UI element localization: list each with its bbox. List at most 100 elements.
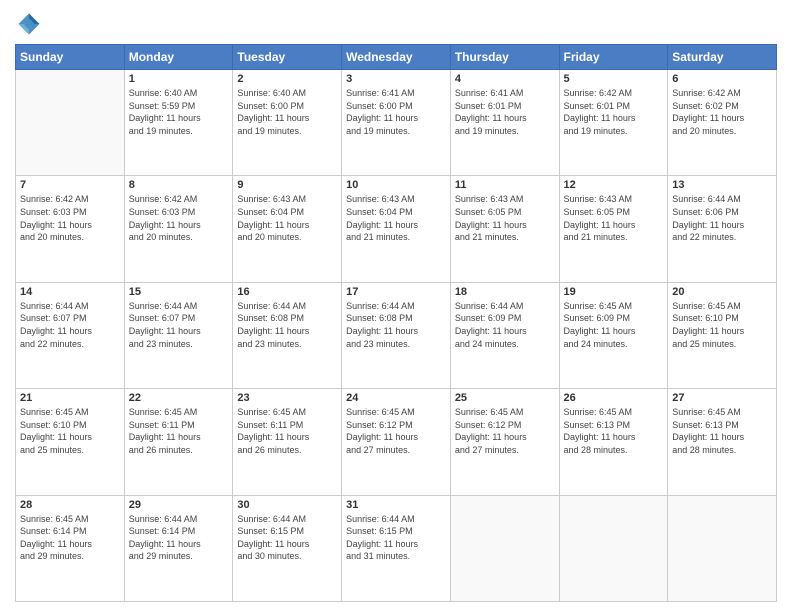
calendar-cell: 23Sunrise: 6:45 AMSunset: 6:11 PMDayligh… <box>233 389 342 495</box>
weekday-header: Thursday <box>450 45 559 70</box>
weekday-header: Sunday <box>16 45 125 70</box>
calendar-cell: 24 Sunrise: 6:45 AMSunset: 6:12 PMDayligh… <box>342 389 451 495</box>
calendar-cell: 4Sunrise: 6:41 AMSunset: 6:01 PMDaylight… <box>450 70 559 176</box>
day-number: 28 <box>20 499 120 511</box>
header <box>15 10 777 38</box>
day-info: Sunrise: 6:40 AMSunset: 5:59 PMDaylight:… <box>129 87 229 137</box>
calendar-cell: 7 Sunrise: 6:42 AMSunset: 6:03 PMDaylight… <box>16 176 125 282</box>
day-number: 22 <box>129 392 229 404</box>
day-info: Sunrise: 6:44 AMSunset: 6:09 PMDaylight:… <box>455 300 555 350</box>
calendar-week-row: 28 Sunrise: 6:45 AMSunset: 6:14 PMDayligh… <box>16 495 777 601</box>
day-info: Sunrise: 6:42 AMSunset: 6:01 PMDaylight:… <box>564 87 664 137</box>
logo <box>15 10 47 38</box>
calendar-cell: 10 Sunrise: 6:43 AMSunset: 6:04 PMDayligh… <box>342 176 451 282</box>
day-info: Sunrise: 6:42 AMSunset: 6:03 PMDaylight:… <box>20 193 120 243</box>
calendar-cell <box>450 495 559 601</box>
day-number: 21 <box>20 392 120 404</box>
day-number: 13 <box>672 179 772 191</box>
day-info: Sunrise: 6:43 AMSunset: 6:04 PMDaylight:… <box>346 193 446 243</box>
day-number: 29 <box>129 499 229 511</box>
calendar-cell: 5 Sunrise: 6:42 AMSunset: 6:01 PMDaylight… <box>559 70 668 176</box>
day-number: 30 <box>237 499 337 511</box>
calendar-week-row: 14 Sunrise: 6:44 AMSunset: 6:07 PMDayligh… <box>16 282 777 388</box>
day-info: Sunrise: 6:45 AMSunset: 6:13 PMDaylight:… <box>672 406 772 456</box>
day-info: Sunrise: 6:43 AMSunset: 6:05 PMDaylight:… <box>455 193 555 243</box>
calendar-cell: 15 Sunrise: 6:44 AMSunset: 6:07 PMDayligh… <box>124 282 233 388</box>
day-info: Sunrise: 6:44 AMSunset: 6:06 PMDaylight:… <box>672 193 772 243</box>
calendar-cell: 30Sunrise: 6:44 AMSunset: 6:15 PMDayligh… <box>233 495 342 601</box>
day-info: Sunrise: 6:44 AMSunset: 6:07 PMDaylight:… <box>129 300 229 350</box>
calendar-cell: 28 Sunrise: 6:45 AMSunset: 6:14 PMDayligh… <box>16 495 125 601</box>
weekday-header: Friday <box>559 45 668 70</box>
day-number: 11 <box>455 179 555 191</box>
calendar-cell: 12 Sunrise: 6:43 AMSunset: 6:05 PMDayligh… <box>559 176 668 282</box>
calendar-cell: 19 Sunrise: 6:45 AMSunset: 6:09 PMDayligh… <box>559 282 668 388</box>
day-number: 25 <box>455 392 555 404</box>
day-info: Sunrise: 6:42 AMSunset: 6:02 PMDaylight:… <box>672 87 772 137</box>
weekday-header: Monday <box>124 45 233 70</box>
calendar-cell: 9 Sunrise: 6:43 AMSunset: 6:04 PMDaylight… <box>233 176 342 282</box>
calendar-cell: 31Sunrise: 6:44 AMSunset: 6:15 PMDayligh… <box>342 495 451 601</box>
day-number: 15 <box>129 286 229 298</box>
day-number: 12 <box>564 179 664 191</box>
day-number: 2 <box>237 73 337 85</box>
calendar-cell: 17 Sunrise: 6:44 AMSunset: 6:08 PMDayligh… <box>342 282 451 388</box>
calendar-cell: 26Sunrise: 6:45 AMSunset: 6:13 PMDayligh… <box>559 389 668 495</box>
day-info: Sunrise: 6:40 AMSunset: 6:00 PMDaylight:… <box>237 87 337 137</box>
day-number: 1 <box>129 73 229 85</box>
calendar-cell: 11 Sunrise: 6:43 AMSunset: 6:05 PMDayligh… <box>450 176 559 282</box>
day-info: Sunrise: 6:45 AMSunset: 6:14 PMDaylight:… <box>20 513 120 563</box>
weekday-header: Tuesday <box>233 45 342 70</box>
day-number: 27 <box>672 392 772 404</box>
calendar-cell: 21 Sunrise: 6:45 AMSunset: 6:10 PMDayligh… <box>16 389 125 495</box>
page: SundayMondayTuesdayWednesdayThursdayFrid… <box>0 0 792 612</box>
day-info: Sunrise: 6:41 AMSunset: 6:00 PMDaylight:… <box>346 87 446 137</box>
day-info: Sunrise: 6:44 AMSunset: 6:08 PMDaylight:… <box>346 300 446 350</box>
calendar-cell: 1 Sunrise: 6:40 AMSunset: 5:59 PMDaylight… <box>124 70 233 176</box>
calendar-table: SundayMondayTuesdayWednesdayThursdayFrid… <box>15 44 777 602</box>
day-info: Sunrise: 6:45 AMSunset: 6:11 PMDaylight:… <box>129 406 229 456</box>
day-number: 19 <box>564 286 664 298</box>
day-number: 9 <box>237 179 337 191</box>
day-info: Sunrise: 6:42 AMSunset: 6:03 PMDaylight:… <box>129 193 229 243</box>
day-number: 16 <box>237 286 337 298</box>
calendar-cell: 18Sunrise: 6:44 AMSunset: 6:09 PMDayligh… <box>450 282 559 388</box>
day-info: Sunrise: 6:43 AMSunset: 6:04 PMDaylight:… <box>237 193 337 243</box>
day-number: 6 <box>672 73 772 85</box>
calendar-cell <box>16 70 125 176</box>
calendar-week-row: 1 Sunrise: 6:40 AMSunset: 5:59 PMDaylight… <box>16 70 777 176</box>
calendar-cell <box>668 495 777 601</box>
day-info: Sunrise: 6:45 AMSunset: 6:12 PMDaylight:… <box>346 406 446 456</box>
day-number: 7 <box>20 179 120 191</box>
day-info: Sunrise: 6:45 AMSunset: 6:09 PMDaylight:… <box>564 300 664 350</box>
calendar-header-row: SundayMondayTuesdayWednesdayThursdayFrid… <box>16 45 777 70</box>
day-info: Sunrise: 6:44 AMSunset: 6:08 PMDaylight:… <box>237 300 337 350</box>
day-number: 4 <box>455 73 555 85</box>
calendar-cell: 22 Sunrise: 6:45 AMSunset: 6:11 PMDayligh… <box>124 389 233 495</box>
day-number: 8 <box>129 179 229 191</box>
weekday-header: Saturday <box>668 45 777 70</box>
calendar-cell: 14 Sunrise: 6:44 AMSunset: 6:07 PMDayligh… <box>16 282 125 388</box>
day-number: 5 <box>564 73 664 85</box>
calendar-cell: 8 Sunrise: 6:42 AMSunset: 6:03 PMDaylight… <box>124 176 233 282</box>
day-info: Sunrise: 6:44 AMSunset: 6:07 PMDaylight:… <box>20 300 120 350</box>
day-number: 10 <box>346 179 446 191</box>
day-info: Sunrise: 6:43 AMSunset: 6:05 PMDaylight:… <box>564 193 664 243</box>
day-number: 24 <box>346 392 446 404</box>
logo-icon <box>15 10 43 38</box>
calendar-cell: 27 Sunrise: 6:45 AMSunset: 6:13 PMDayligh… <box>668 389 777 495</box>
day-number: 14 <box>20 286 120 298</box>
weekday-header: Wednesday <box>342 45 451 70</box>
day-info: Sunrise: 6:45 AMSunset: 6:10 PMDaylight:… <box>20 406 120 456</box>
day-info: Sunrise: 6:45 AMSunset: 6:13 PMDaylight:… <box>564 406 664 456</box>
calendar-cell: 3 Sunrise: 6:41 AMSunset: 6:00 PMDaylight… <box>342 70 451 176</box>
calendar-week-row: 7 Sunrise: 6:42 AMSunset: 6:03 PMDaylight… <box>16 176 777 282</box>
day-info: Sunrise: 6:45 AMSunset: 6:11 PMDaylight:… <box>237 406 337 456</box>
day-number: 17 <box>346 286 446 298</box>
calendar-cell: 20Sunrise: 6:45 AMSunset: 6:10 PMDayligh… <box>668 282 777 388</box>
calendar-cell: 13 Sunrise: 6:44 AMSunset: 6:06 PMDayligh… <box>668 176 777 282</box>
calendar-cell: 25Sunrise: 6:45 AMSunset: 6:12 PMDayligh… <box>450 389 559 495</box>
calendar-cell: 16 Sunrise: 6:44 AMSunset: 6:08 PMDayligh… <box>233 282 342 388</box>
day-number: 3 <box>346 73 446 85</box>
calendar-week-row: 21 Sunrise: 6:45 AMSunset: 6:10 PMDayligh… <box>16 389 777 495</box>
